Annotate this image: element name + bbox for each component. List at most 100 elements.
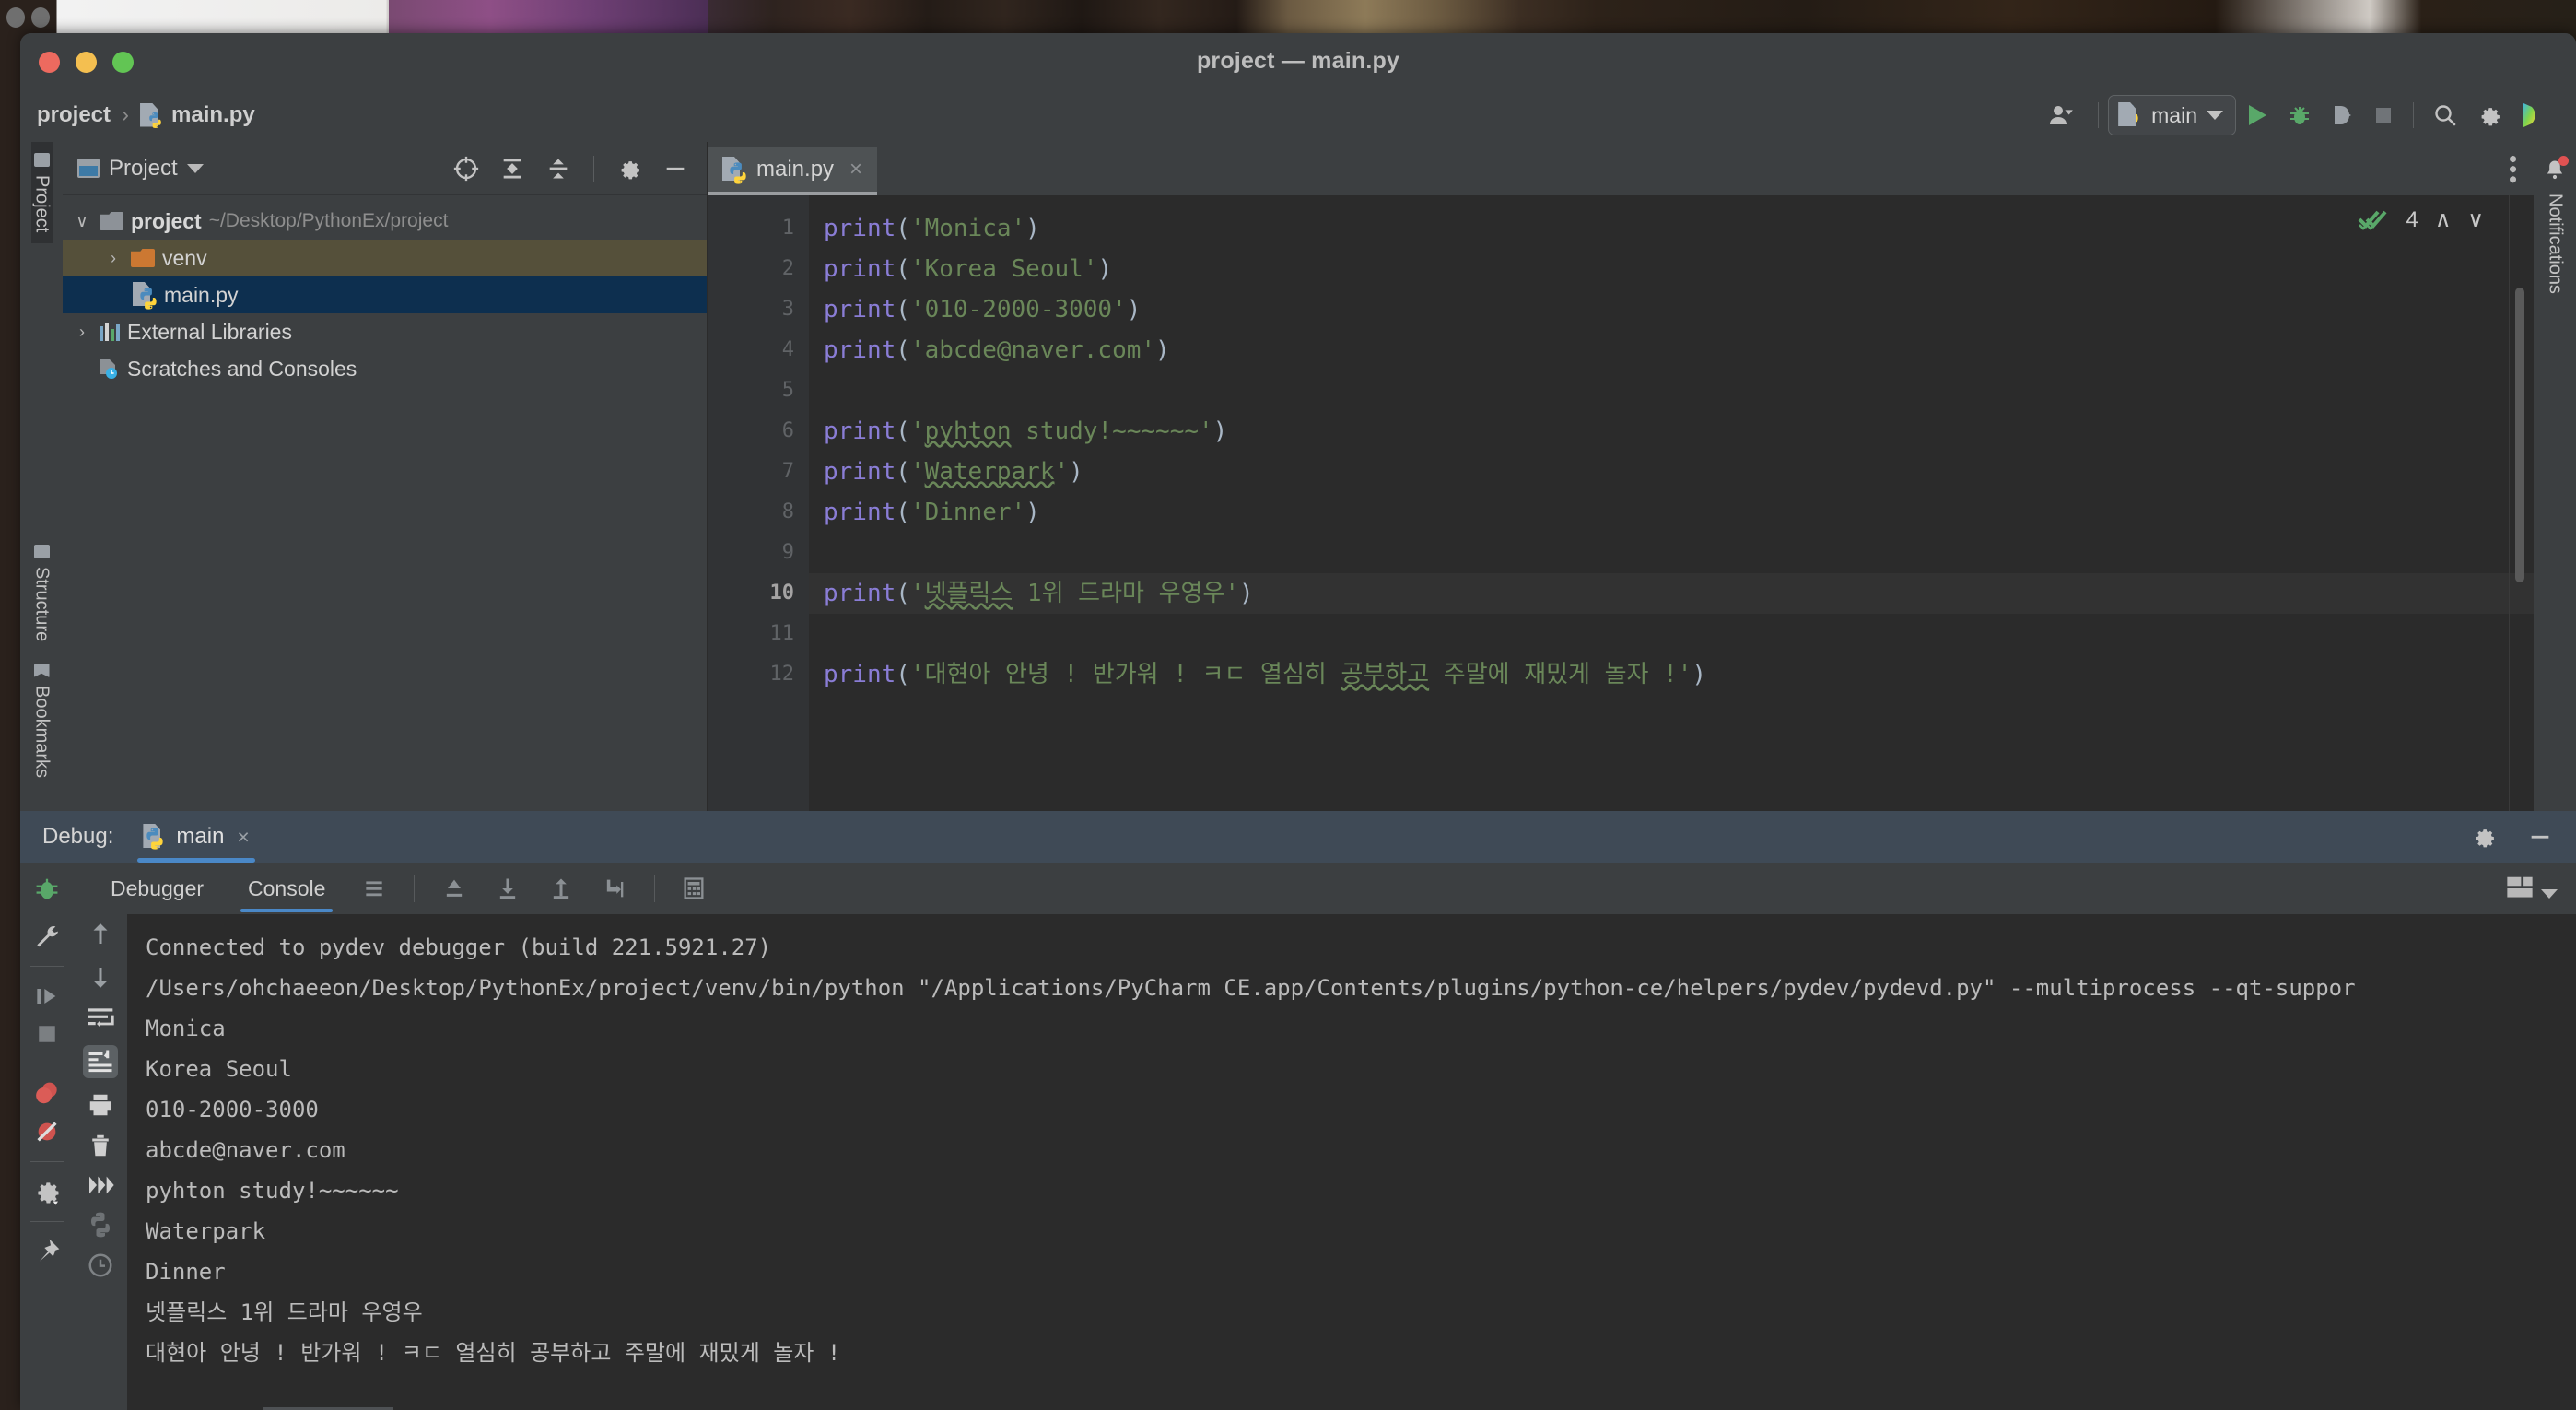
debug-layout-settings[interactable] bbox=[2504, 875, 2558, 902]
run-to-cursor-button[interactable] bbox=[591, 875, 638, 901]
step-out-button[interactable] bbox=[431, 875, 477, 901]
next-problem-icon[interactable]: ∨ bbox=[2467, 206, 2484, 233]
code-token: print bbox=[824, 458, 896, 486]
debug-settings-gear-icon[interactable] bbox=[32, 1177, 62, 1206]
breadcrumb-project-label: project bbox=[37, 102, 111, 127]
code-line[interactable]: print('Monica') bbox=[809, 208, 2534, 249]
previous-problem-icon[interactable]: ∧ bbox=[2435, 206, 2452, 233]
collapse-all-button[interactable] bbox=[540, 150, 577, 187]
code-editor[interactable]: 1 2 3 4 5 6 7 8 9 10 11 12 print('Monica… bbox=[708, 195, 2534, 811]
debug-settings-button[interactable] bbox=[2471, 824, 2497, 850]
hide-panel-button[interactable] bbox=[657, 150, 694, 187]
code-line[interactable] bbox=[809, 370, 2534, 411]
project-panel-header: Project bbox=[63, 142, 707, 195]
code-token: '대현아 안녕 ! 반가워 ! ㅋㄷ 열심히 bbox=[909, 661, 1341, 688]
evaluate-expression-button[interactable] bbox=[672, 875, 716, 901]
sidebar-item-structure[interactable]: Structure bbox=[31, 534, 53, 652]
code-line[interactable]: print('Dinner') bbox=[809, 492, 2534, 533]
code-line[interactable] bbox=[809, 533, 2534, 573]
breadcrumb-item-project[interactable]: project bbox=[37, 102, 111, 128]
scroll-to-end-icon[interactable] bbox=[83, 1045, 118, 1078]
editor-tab-main-py[interactable]: main.py × bbox=[708, 147, 878, 195]
python-console-icon[interactable] bbox=[87, 1211, 114, 1239]
run-configuration-selector[interactable]: main bbox=[2108, 95, 2236, 135]
search-icon bbox=[2435, 105, 2456, 126]
scroll-down-icon[interactable] bbox=[87, 962, 114, 992]
code-token: 'Monica' bbox=[909, 215, 1026, 242]
sidebar-item-bookmarks[interactable]: Bookmarks bbox=[31, 652, 53, 789]
bug-icon bbox=[2290, 107, 2309, 124]
status-item-debug[interactable]: Debug bbox=[263, 1406, 393, 1410]
chevron-down-icon[interactable] bbox=[186, 163, 204, 173]
pin-icon[interactable] bbox=[32, 1237, 62, 1266]
view-breakpoints-icon[interactable] bbox=[32, 1078, 62, 1108]
coverage-button[interactable] bbox=[2321, 95, 2363, 135]
status-item-services[interactable]: Services bbox=[1253, 1407, 1398, 1410]
resume-program-icon[interactable] bbox=[32, 981, 62, 1011]
notifications-button[interactable] bbox=[2542, 156, 2569, 184]
debug-hide-button[interactable] bbox=[2526, 824, 2554, 850]
run-button[interactable] bbox=[2236, 95, 2278, 135]
clear-all-icon[interactable] bbox=[87, 1132, 114, 1159]
soft-wrap-icon[interactable] bbox=[86, 1005, 115, 1032]
code-line[interactable] bbox=[809, 614, 2534, 654]
account-icon[interactable] bbox=[2039, 95, 2089, 135]
tree-item-project[interactable]: ∨ project ~/Desktop/PythonEx/project bbox=[63, 203, 707, 240]
stop-button[interactable] bbox=[2363, 95, 2404, 135]
ai-assistant-button[interactable] bbox=[2512, 95, 2556, 135]
wrench-icon[interactable] bbox=[32, 922, 62, 951]
step-up-button[interactable] bbox=[538, 875, 584, 901]
code-line[interactable]: print('Waterpark') bbox=[809, 452, 2534, 492]
editor-options-icon[interactable]: ••• bbox=[2500, 155, 2527, 185]
chevron-down-icon[interactable]: ∨ bbox=[72, 212, 92, 231]
tree-item-external-libraries[interactable]: › External Libraries bbox=[63, 313, 707, 350]
sidebar-item-project[interactable]: Project bbox=[30, 142, 53, 244]
scroll-up-icon[interactable] bbox=[87, 920, 114, 949]
chevron-right-icon[interactable]: › bbox=[103, 249, 123, 268]
forward-icon[interactable] bbox=[86, 1172, 115, 1198]
editor-scrollbar[interactable] bbox=[2515, 288, 2524, 582]
expand-all-button[interactable] bbox=[494, 150, 531, 187]
code-lines[interactable]: print('Monica') print('Korea Seoul') print… bbox=[809, 195, 2534, 811]
status-item-python-console[interactable]: Python Console bbox=[1042, 1407, 1252, 1410]
step-into-button[interactable] bbox=[485, 875, 531, 901]
stop-icon[interactable] bbox=[33, 1020, 61, 1048]
debug-session-tab[interactable]: main × bbox=[137, 811, 256, 863]
console-output[interactable]: Connected to pydev debugger (build 221.5… bbox=[127, 914, 2576, 1410]
close-icon[interactable]: × bbox=[849, 157, 862, 182]
status-item-version-control[interactable]: Version Control bbox=[57, 1407, 263, 1410]
code-line[interactable]: print('pyhton study!~~~~~~') bbox=[809, 411, 2534, 452]
status-item-problems[interactable]: Problems bbox=[519, 1407, 672, 1410]
debug-button[interactable] bbox=[2278, 95, 2321, 135]
chevron-right-icon[interactable]: › bbox=[72, 323, 92, 342]
inspections-widget[interactable]: 4 ∧ ∨ bbox=[2358, 206, 2484, 233]
search-everywhere-button[interactable] bbox=[2423, 95, 2467, 135]
mute-breakpoints-icon[interactable] bbox=[32, 1117, 62, 1146]
console-line: Korea Seoul bbox=[146, 1056, 292, 1082]
tab-debugger[interactable]: Debugger bbox=[92, 863, 222, 914]
show-console-button[interactable] bbox=[351, 876, 397, 900]
code-line[interactable]: print('abcde@naver.com') bbox=[809, 330, 2534, 370]
close-icon[interactable]: × bbox=[237, 825, 249, 850]
notifications-label[interactable]: Notifications bbox=[2545, 194, 2566, 294]
history-icon[interactable] bbox=[87, 1251, 114, 1279]
status-item-todo[interactable]: TODO bbox=[393, 1407, 519, 1410]
print-icon[interactable] bbox=[86, 1091, 115, 1119]
status-item-python-packages[interactable]: Python Packages bbox=[815, 1407, 1042, 1410]
settings-button[interactable] bbox=[2467, 95, 2512, 135]
code-line[interactable]: print('Korea Seoul') bbox=[809, 249, 2534, 289]
status-item-terminal[interactable]: Terminal bbox=[672, 1407, 815, 1410]
select-opened-file-button[interactable] bbox=[448, 150, 485, 187]
tree-item-venv[interactable]: › venv bbox=[63, 240, 707, 276]
breadcrumb-item-mainpy[interactable]: main.py bbox=[140, 102, 255, 128]
bug-icon[interactable] bbox=[32, 874, 62, 903]
code-token: ( bbox=[896, 417, 910, 445]
trash-glyph bbox=[92, 1134, 109, 1157]
code-line[interactable]: print('넷플릭스 1위 드라마 우영우') bbox=[809, 573, 2534, 614]
tree-item-scratches-and-consoles[interactable]: Scratches and Consoles bbox=[63, 350, 707, 387]
tab-console[interactable]: Console bbox=[229, 863, 344, 914]
project-settings-button[interactable] bbox=[611, 150, 648, 187]
code-line[interactable]: print('대현아 안녕 ! 반가워 ! ㅋㄷ 열심히 공부하고 주말에 재밌… bbox=[809, 654, 2534, 695]
code-line[interactable]: print('010-2000-3000') bbox=[809, 289, 2534, 330]
tree-item-main-py[interactable]: main.py bbox=[63, 276, 707, 313]
